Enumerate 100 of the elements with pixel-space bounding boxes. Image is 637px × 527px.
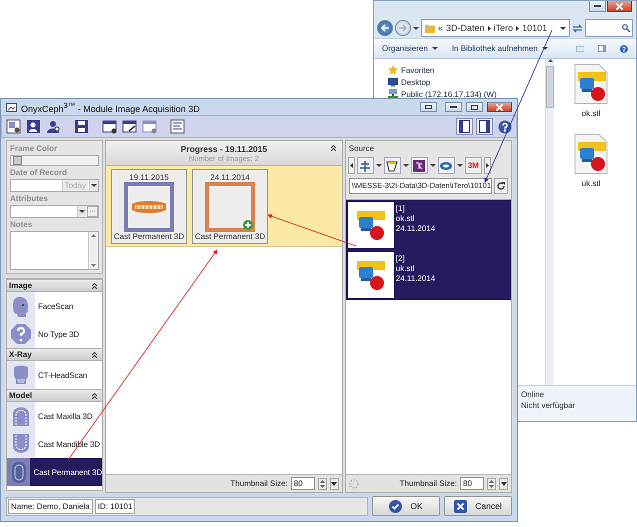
device-button[interactable]: 3M <box>464 157 482 174</box>
breadcrumb-item[interactable]: 3D-Daten <box>446 23 485 33</box>
scrollbar[interactable] <box>88 232 98 269</box>
close-button[interactable] <box>487 102 512 112</box>
forward-arrow-icon <box>399 24 407 32</box>
file-date: 24.11.2014 <box>396 274 436 283</box>
device-button[interactable] <box>384 157 401 174</box>
split-pane-icon <box>479 120 490 133</box>
thumbnail-size-field[interactable]: 80 <box>460 477 484 490</box>
command-button[interactable]: In Bibliothek aufnehmen <box>452 44 548 53</box>
scrollbar-thumb[interactable] <box>546 66 554 108</box>
image-thumbnail[interactable]: 24.11.2014 Cast Permanent 3D <box>192 169 268 244</box>
spin-arrows-icon <box>489 480 494 488</box>
source-file-item[interactable]: [2] uk.stl 24.11.2014 <box>346 250 511 300</box>
command-button[interactable]: Organisieren <box>382 44 438 53</box>
address-bar[interactable]: « 3D-Daten iTero 10101 <box>421 19 570 37</box>
spin-button[interactable] <box>487 478 496 490</box>
forward-button[interactable] <box>395 20 411 36</box>
help-button[interactable] <box>496 118 513 135</box>
dental-arch-icon <box>10 405 32 427</box>
dropdown-button[interactable] <box>330 478 339 490</box>
toolbar-button[interactable] <box>476 118 493 135</box>
nav-item-label: Desktop <box>401 78 430 86</box>
section-header[interactable]: X-Ray <box>7 348 102 361</box>
section-title: X-Ray <box>9 350 32 359</box>
field-label: Notes <box>10 220 34 230</box>
nav-item[interactable]: Desktop <box>388 77 545 87</box>
image-thumbnail[interactable]: 19.11.2015 Cast Permanent 3D <box>111 169 187 244</box>
nav-item-label: Favoriten <box>401 66 434 74</box>
device-button[interactable] <box>410 157 428 174</box>
source-file-item[interactable]: [1] ok.stl 24.11.2014 <box>346 200 511 250</box>
field-label: Thumbnail Size: <box>230 479 288 488</box>
file-item[interactable]: ok.stl <box>574 64 608 118</box>
toolbar-button[interactable] <box>45 118 62 135</box>
close-button[interactable] <box>607 1 632 12</box>
patient-name: Name: Demo, Daniela <box>8 498 93 514</box>
toolbar-button[interactable] <box>169 118 186 135</box>
notes-field[interactable] <box>10 231 99 270</box>
field-label: Date of Record <box>10 168 68 178</box>
restore-icon <box>425 105 432 109</box>
collapse-icon <box>92 352 97 358</box>
back-button[interactable] <box>377 20 393 36</box>
spin-button[interactable] <box>318 478 327 490</box>
device-button[interactable] <box>356 157 374 174</box>
close-icon <box>454 500 468 512</box>
toolbar-button[interactable] <box>5 118 22 135</box>
refresh-icon <box>497 182 505 190</box>
refresh-icon[interactable] <box>572 24 583 32</box>
section-header[interactable]: Image <box>7 279 102 292</box>
file-name: uk.stl <box>582 179 600 188</box>
dropdown-button[interactable] <box>89 180 98 192</box>
search-field[interactable] <box>585 19 633 37</box>
nav-item[interactable]: Favoriten <box>388 65 545 75</box>
toolbar-button[interactable] <box>101 118 118 135</box>
list-icon <box>170 119 185 134</box>
right-arrow-icon <box>486 163 489 168</box>
dropdown-button[interactable] <box>499 478 508 490</box>
scroll-left-button[interactable] <box>348 157 355 174</box>
details-text: Nicht verfügbar <box>521 401 576 410</box>
category-item[interactable]: Cast Permanent 3D <box>7 458 102 486</box>
breadcrumb-item[interactable]: iTero <box>494 23 514 33</box>
cancel-button[interactable]: Cancel <box>444 496 512 516</box>
restore-button[interactable] <box>420 102 437 112</box>
breadcrumb-item[interactable]: « <box>438 23 444 33</box>
file-name: ok.stl <box>396 214 416 223</box>
field-label: Attributes <box>10 194 49 204</box>
frame-color-field[interactable] <box>10 155 99 166</box>
details-text: Online <box>521 390 546 399</box>
help-icon[interactable] <box>620 44 628 54</box>
minimize-button[interactable] <box>445 102 462 112</box>
toolbar-button[interactable] <box>25 118 42 135</box>
toolbar-button[interactable] <box>456 118 473 135</box>
toolbar-button[interactable] <box>73 118 90 135</box>
collapse-icon[interactable] <box>330 145 336 151</box>
category-label: FaceScan <box>38 302 74 310</box>
category-label: CT-HeadScan <box>38 370 88 380</box>
file-index: [2] <box>396 254 406 263</box>
scrollbar[interactable] <box>545 59 554 385</box>
file-item[interactable]: uk.stl <box>574 134 608 188</box>
nav-item[interactable]: Public (172.16.17.134) (W) <box>388 89 545 99</box>
minimize-button[interactable] <box>589 1 606 12</box>
toolbar-button[interactable] <box>121 118 138 135</box>
maximize-button[interactable] <box>466 102 483 112</box>
device-logo-icon <box>413 160 426 172</box>
preview-pane-icon[interactable] <box>598 44 606 53</box>
field-label: Thumbnail Size: <box>400 479 457 488</box>
breadcrumb-item[interactable]: 10101 <box>522 23 548 33</box>
caret-icon <box>376 164 382 167</box>
scroll-right-button[interactable] <box>484 157 491 174</box>
caret-icon <box>456 164 463 167</box>
panel-title: Progress - 19.11.2015 <box>180 144 268 154</box>
section-header[interactable]: Model <box>7 389 102 402</box>
thumbnail-size-field[interactable]: 80 <box>290 477 315 490</box>
network-drive-icon <box>388 89 398 99</box>
dropdown-button[interactable] <box>77 206 86 218</box>
maximize-icon <box>471 104 478 110</box>
ok-button[interactable]: OK <box>372 496 440 516</box>
stl-file-icon <box>354 259 387 291</box>
refresh-button[interactable] <box>494 178 508 194</box>
file-date: 24.11.2014 <box>396 224 436 233</box>
